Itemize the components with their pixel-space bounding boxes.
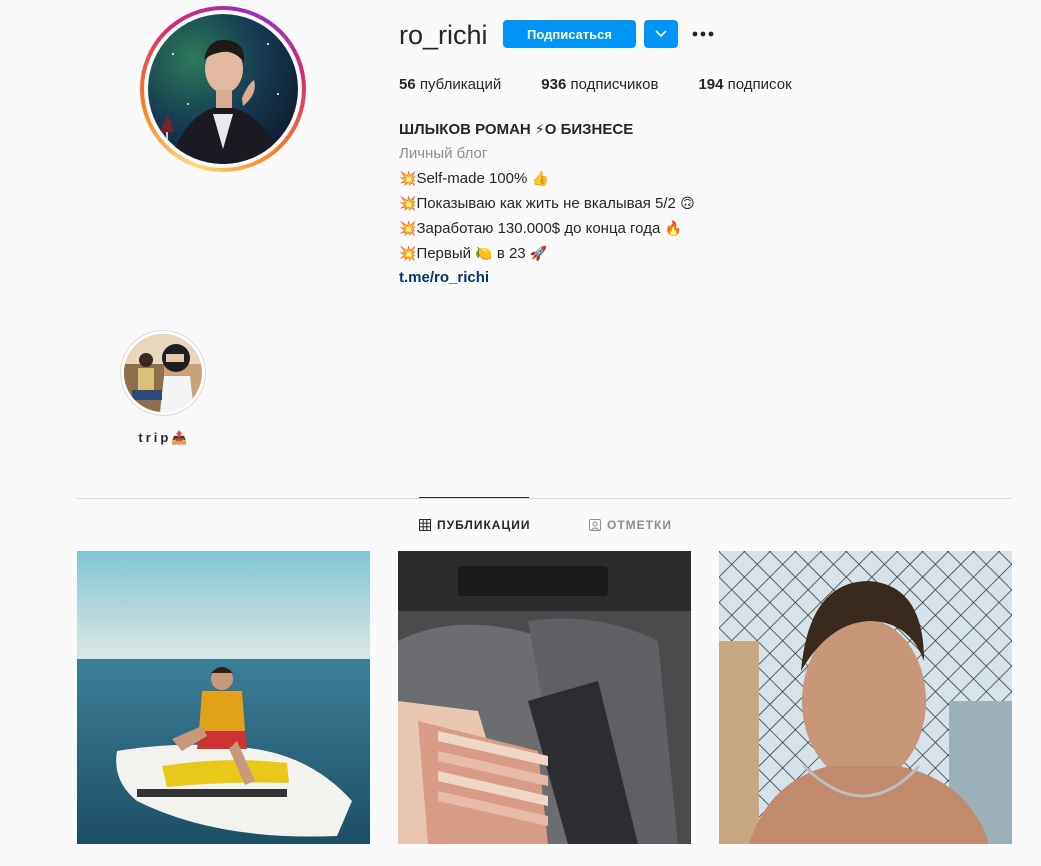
lemon-emoji-icon: 🍋 <box>475 245 493 261</box>
bio-external-link[interactable]: t.me/ro_richi <box>399 266 695 290</box>
avatar-photo <box>148 14 298 164</box>
tagged-icon <box>589 519 601 531</box>
posts-count: 56 публикаций <box>399 76 501 93</box>
posts-count-value: 56 <box>399 76 416 93</box>
tab-tagged-label: ОТМЕТКИ <box>607 518 672 532</box>
following-count-value: 194 <box>698 76 724 93</box>
bio-category: Личный блог <box>399 145 488 162</box>
jetski-photo <box>77 551 370 844</box>
bio-name-suffix: О БИЗНЕСЕ <box>544 121 634 138</box>
upside-down-face-emoji-icon: 🙃 <box>680 195 695 211</box>
profile-avatar[interactable] <box>140 6 306 172</box>
post-thumbnail[interactable] <box>398 551 691 844</box>
bio-line-1: 💥Self-made 100% 👍 <box>399 166 695 191</box>
more-options-icon <box>692 31 714 37</box>
followers-count-label: подписчиков <box>570 76 659 93</box>
lightning-emoji-icon: ⚡ <box>534 121 545 137</box>
profile-stats: 56 публикаций 936 подписчиков 194 подпис… <box>399 76 832 93</box>
thumbs-up-emoji-icon: 👍 <box>531 170 549 186</box>
grid-icon <box>419 519 431 531</box>
collision-emoji-icon: 💥 <box>399 220 417 236</box>
story-highlight-trip[interactable]: trip📤 <box>120 330 206 446</box>
highlight-cover <box>124 334 202 412</box>
post-thumbnail[interactable] <box>719 551 1012 844</box>
inbox-tray-emoji-icon: 📤 <box>171 430 188 445</box>
chevron-down-icon <box>655 30 667 38</box>
rocket-emoji-icon: 🚀 <box>529 245 548 261</box>
suggestions-dropdown-button[interactable] <box>644 20 678 48</box>
collision-emoji-icon: 💥 <box>399 195 417 211</box>
bio-name-text: ШЛЫКОВ РОМАН <box>399 121 531 138</box>
tab-tagged[interactable]: ОТМЕТКИ <box>589 518 672 532</box>
collision-emoji-icon: 💥 <box>399 170 417 186</box>
tab-posts-label: ПУБЛИКАЦИИ <box>437 518 531 532</box>
active-tab-indicator <box>419 497 529 498</box>
post-thumbnail[interactable] <box>77 551 370 844</box>
collision-emoji-icon: 💥 <box>399 245 417 261</box>
bio-line-4: 💥Первый 🍋 в 23 🚀 <box>399 241 695 266</box>
following-link[interactable]: 194 подписок <box>698 76 791 93</box>
follow-button[interactable]: Подписаться <box>503 20 636 48</box>
bio-line-1-text: Self-made 100% <box>416 170 528 187</box>
bio-full-name: ШЛЫКОВ РОМАН ⚡О БИЗНЕСЕ <box>399 117 695 142</box>
portrait-photo <box>719 551 1012 844</box>
money-photo <box>398 551 691 844</box>
bio-line-2-text: Показываю как жить не вкалывая 5/2 <box>416 195 676 212</box>
bio-line-4-text-b: в 23 <box>496 245 526 262</box>
followers-link[interactable]: 936 подписчиков <box>541 76 658 93</box>
followers-count-value: 936 <box>541 76 567 93</box>
following-count-label: подписок <box>727 76 792 93</box>
highlight-label: trip📤 <box>120 430 206 446</box>
posts-count-label: публикаций <box>419 76 502 93</box>
bio-line-4-text-a: Первый <box>416 245 472 262</box>
profile-bio: ШЛЫКОВ РОМАН ⚡О БИЗНЕСЕ Личный блог 💥Sel… <box>399 117 695 290</box>
highlight-label-text: trip <box>138 430 172 445</box>
bio-line-3: 💥Заработаю 130.000$ до конца года 🔥 <box>399 216 695 241</box>
profile-username: ro_richi <box>399 20 488 50</box>
tab-posts[interactable]: ПУБЛИКАЦИИ <box>419 518 530 532</box>
more-options-button[interactable] <box>690 22 716 46</box>
fire-emoji-icon: 🔥 <box>664 220 682 236</box>
tabs-divider <box>77 498 1012 499</box>
bio-line-2: 💥Показываю как жить не вкалывая 5/2 🙃 <box>399 191 695 216</box>
bio-line-3-text: Заработаю 130.000$ до конца года <box>416 220 661 237</box>
